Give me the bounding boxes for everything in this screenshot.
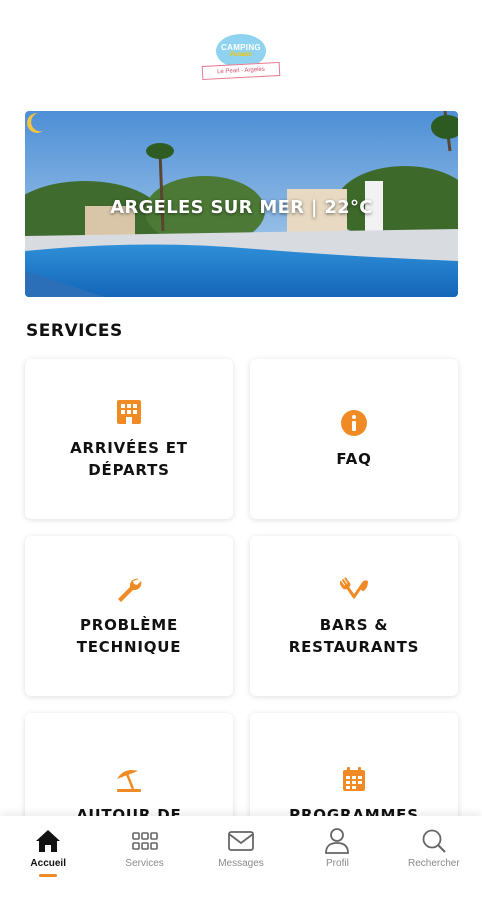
grid-icon: [130, 827, 160, 855]
moon-icon: [27, 112, 43, 133]
tab-label: Accueil: [30, 858, 66, 869]
service-card-label: FAQ: [336, 450, 372, 468]
tab-rechercher[interactable]: Rechercher: [386, 816, 482, 900]
bottom-tab-bar: Accueil Services Messages Profil Recherc…: [0, 816, 482, 900]
service-card-faq[interactable]: FAQ: [250, 359, 458, 519]
tab-label: Profil: [326, 858, 349, 869]
search-icon: [419, 827, 449, 855]
tab-services[interactable]: Services: [96, 816, 192, 900]
service-card-programs[interactable]: PROGRAMMES: [250, 713, 458, 833]
user-icon: [322, 827, 352, 855]
active-tab-indicator: [39, 874, 58, 877]
service-card-around[interactable]: AUTOUR DE: [25, 713, 233, 833]
tab-messages[interactable]: Messages: [193, 816, 289, 900]
service-card-bars-restaurants[interactable]: BARS & RESTAURANTS: [250, 536, 458, 696]
service-card-arrivals[interactable]: ARRIVÉES ET DÉPARTS: [25, 359, 233, 519]
weather-title: ARGELES SUR MER | 22°C: [110, 197, 373, 218]
app-logo: CAMPING Paradis Le Pearl - Argelès: [198, 30, 284, 86]
info-circle-icon: [339, 408, 369, 438]
service-card-label: PROBLÈME TECHNIQUE: [76, 616, 182, 656]
hotel-building-icon: [114, 397, 144, 427]
fork-knife-icon: [339, 574, 369, 604]
service-card-label: BARS & RESTAURANTS: [288, 616, 420, 656]
service-card-technical-issue[interactable]: PROBLÈME TECHNIQUE: [25, 536, 233, 696]
services-section-title: SERVICES: [26, 321, 123, 341]
tab-profil[interactable]: Profil: [289, 816, 385, 900]
tab-label: Services: [125, 858, 164, 869]
weather-banner: ARGELES SUR MER | 22°C: [25, 111, 458, 297]
tab-label: Messages: [218, 858, 264, 869]
logo-brand-subname: Paradis: [230, 52, 252, 58]
logo-tagline: Le Pearl - Argelès: [201, 61, 281, 81]
tab-label: Rechercher: [407, 858, 460, 869]
logo-brand-name: CAMPING: [221, 43, 261, 52]
home-icon: [33, 827, 63, 855]
calendar-icon: [339, 764, 369, 794]
tab-accueil[interactable]: Accueil: [0, 816, 96, 900]
service-card-label: ARRIVÉES ET DÉPARTS: [70, 439, 188, 479]
wrench-icon: [114, 574, 144, 604]
envelope-icon: [226, 827, 256, 855]
beach-umbrella-icon: [114, 764, 144, 794]
